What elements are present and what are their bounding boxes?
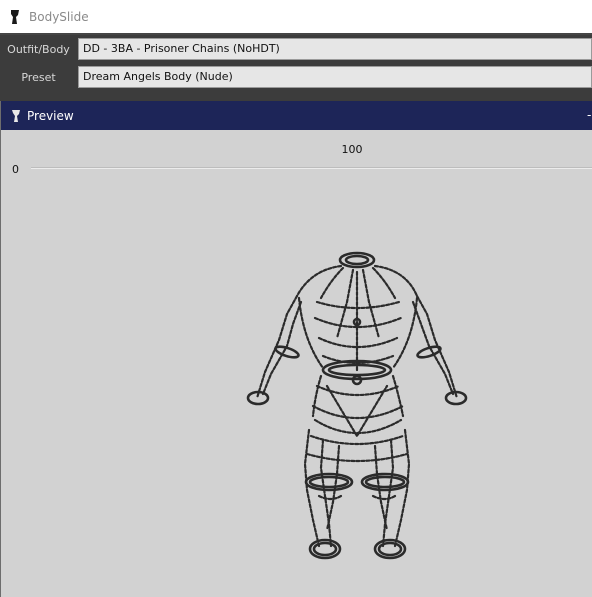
preset-dropdown[interactable]: Dream Angels Body (Nude): [78, 66, 592, 88]
preset-row: Preset Dream Angels Body (Nude): [0, 63, 592, 91]
outfit-label: Outfit/Body: [7, 42, 70, 56]
preview-titlebar[interactable]: Preview -: [1, 101, 592, 130]
outfit-dropdown[interactable]: DD - 3BA - Prisoner Chains (NoHDT): [78, 38, 592, 60]
minimize-icon[interactable]: -: [587, 107, 592, 123]
preview-viewport[interactable]: [1, 190, 592, 597]
bodyslide-app-icon: [11, 9, 19, 24]
app-title: BodySlide: [29, 9, 89, 24]
bodyslide-preview-icon: [12, 109, 20, 122]
chains-mesh-image: [246, 251, 468, 560]
outfit-row: Outfit/Body DD - 3BA - Prisoner Chains (…: [0, 35, 592, 63]
slider-max-label: 100: [341, 143, 363, 156]
slider-track[interactable]: [31, 167, 592, 169]
preview-window: Preview - 100 0: [0, 101, 592, 597]
weight-slider[interactable]: 100 0: [1, 130, 592, 190]
app-titlebar: BodySlide: [0, 0, 592, 33]
preset-label: Preset: [21, 70, 56, 84]
preview-title: Preview: [27, 108, 74, 123]
obscured-strip: [0, 91, 592, 101]
slider-min-label: 0: [12, 163, 19, 176]
